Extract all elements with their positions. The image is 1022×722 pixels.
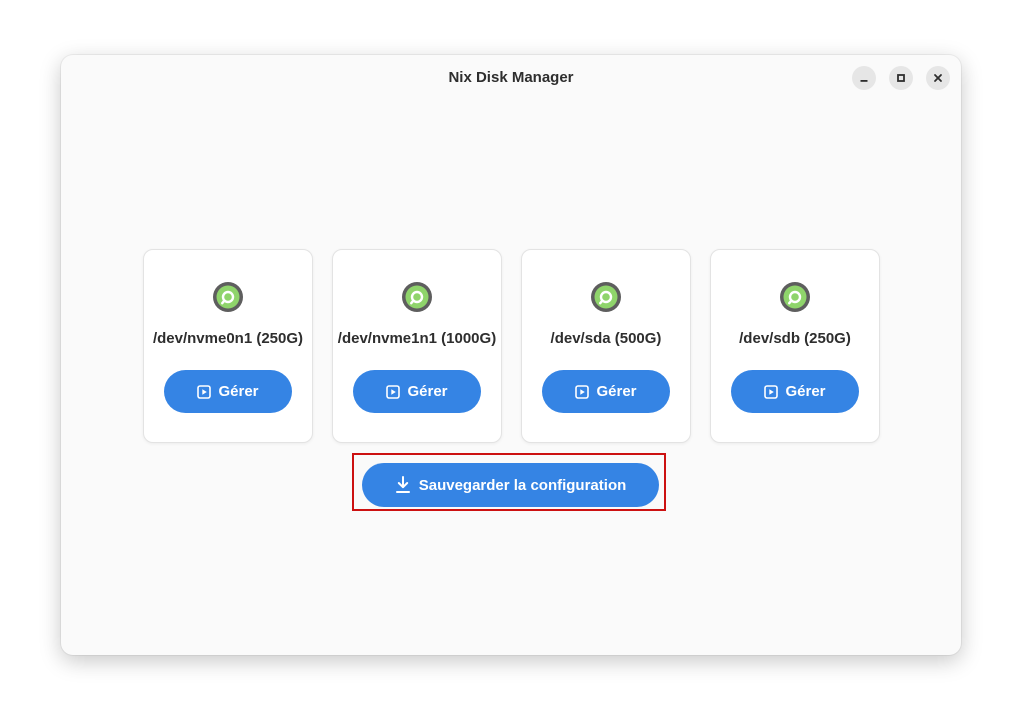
play-icon (764, 384, 779, 399)
maximize-icon (897, 74, 905, 82)
app-window: Nix Disk Manager /dev/nvme0n1 (250G) Gér… (61, 55, 961, 655)
maximize-button[interactable] (889, 66, 913, 90)
manage-button[interactable]: Gérer (542, 370, 670, 413)
disk-list: /dev/nvme0n1 (250G) Gérer /dev/nvme1n1 (… (143, 249, 880, 443)
manage-button-label: Gérer (596, 383, 637, 400)
close-icon (934, 74, 942, 82)
manage-button-label: Gérer (407, 383, 448, 400)
disk-icon (780, 282, 810, 312)
manage-button-label: Gérer (785, 383, 826, 400)
disk-label: /dev/sdb (250G) (739, 330, 851, 347)
close-button[interactable] (926, 66, 950, 90)
window-title: Nix Disk Manager (448, 69, 574, 86)
disk-icon (591, 282, 621, 312)
play-icon (386, 384, 401, 399)
play-icon (575, 384, 590, 399)
manage-button-label: Gérer (218, 383, 259, 400)
manage-button[interactable]: Gérer (731, 370, 859, 413)
manage-button[interactable]: Gérer (164, 370, 292, 413)
disk-label: /dev/nvme0n1 (250G) (152, 330, 304, 347)
minimize-icon (860, 80, 868, 82)
disk-label: /dev/nvme1n1 (1000G) (337, 330, 497, 347)
save-configuration-button[interactable]: Sauvegarder la configuration (362, 463, 659, 507)
manage-button[interactable]: Gérer (353, 370, 481, 413)
disk-icon (402, 282, 432, 312)
disk-label: /dev/sda (500G) (550, 330, 662, 347)
disk-card: /dev/nvme1n1 (1000G) Gérer (332, 249, 502, 443)
disk-card: /dev/sda (500G) Gérer (521, 249, 691, 443)
download-icon (395, 476, 410, 493)
disk-card: /dev/nvme0n1 (250G) Gérer (143, 249, 313, 443)
save-button-label: Sauvegarder la configuration (418, 476, 627, 494)
minimize-button[interactable] (852, 66, 876, 90)
titlebar: Nix Disk Manager (61, 55, 961, 101)
disk-icon (213, 282, 243, 312)
play-icon (197, 384, 212, 399)
disk-card: /dev/sdb (250G) Gérer (710, 249, 880, 443)
